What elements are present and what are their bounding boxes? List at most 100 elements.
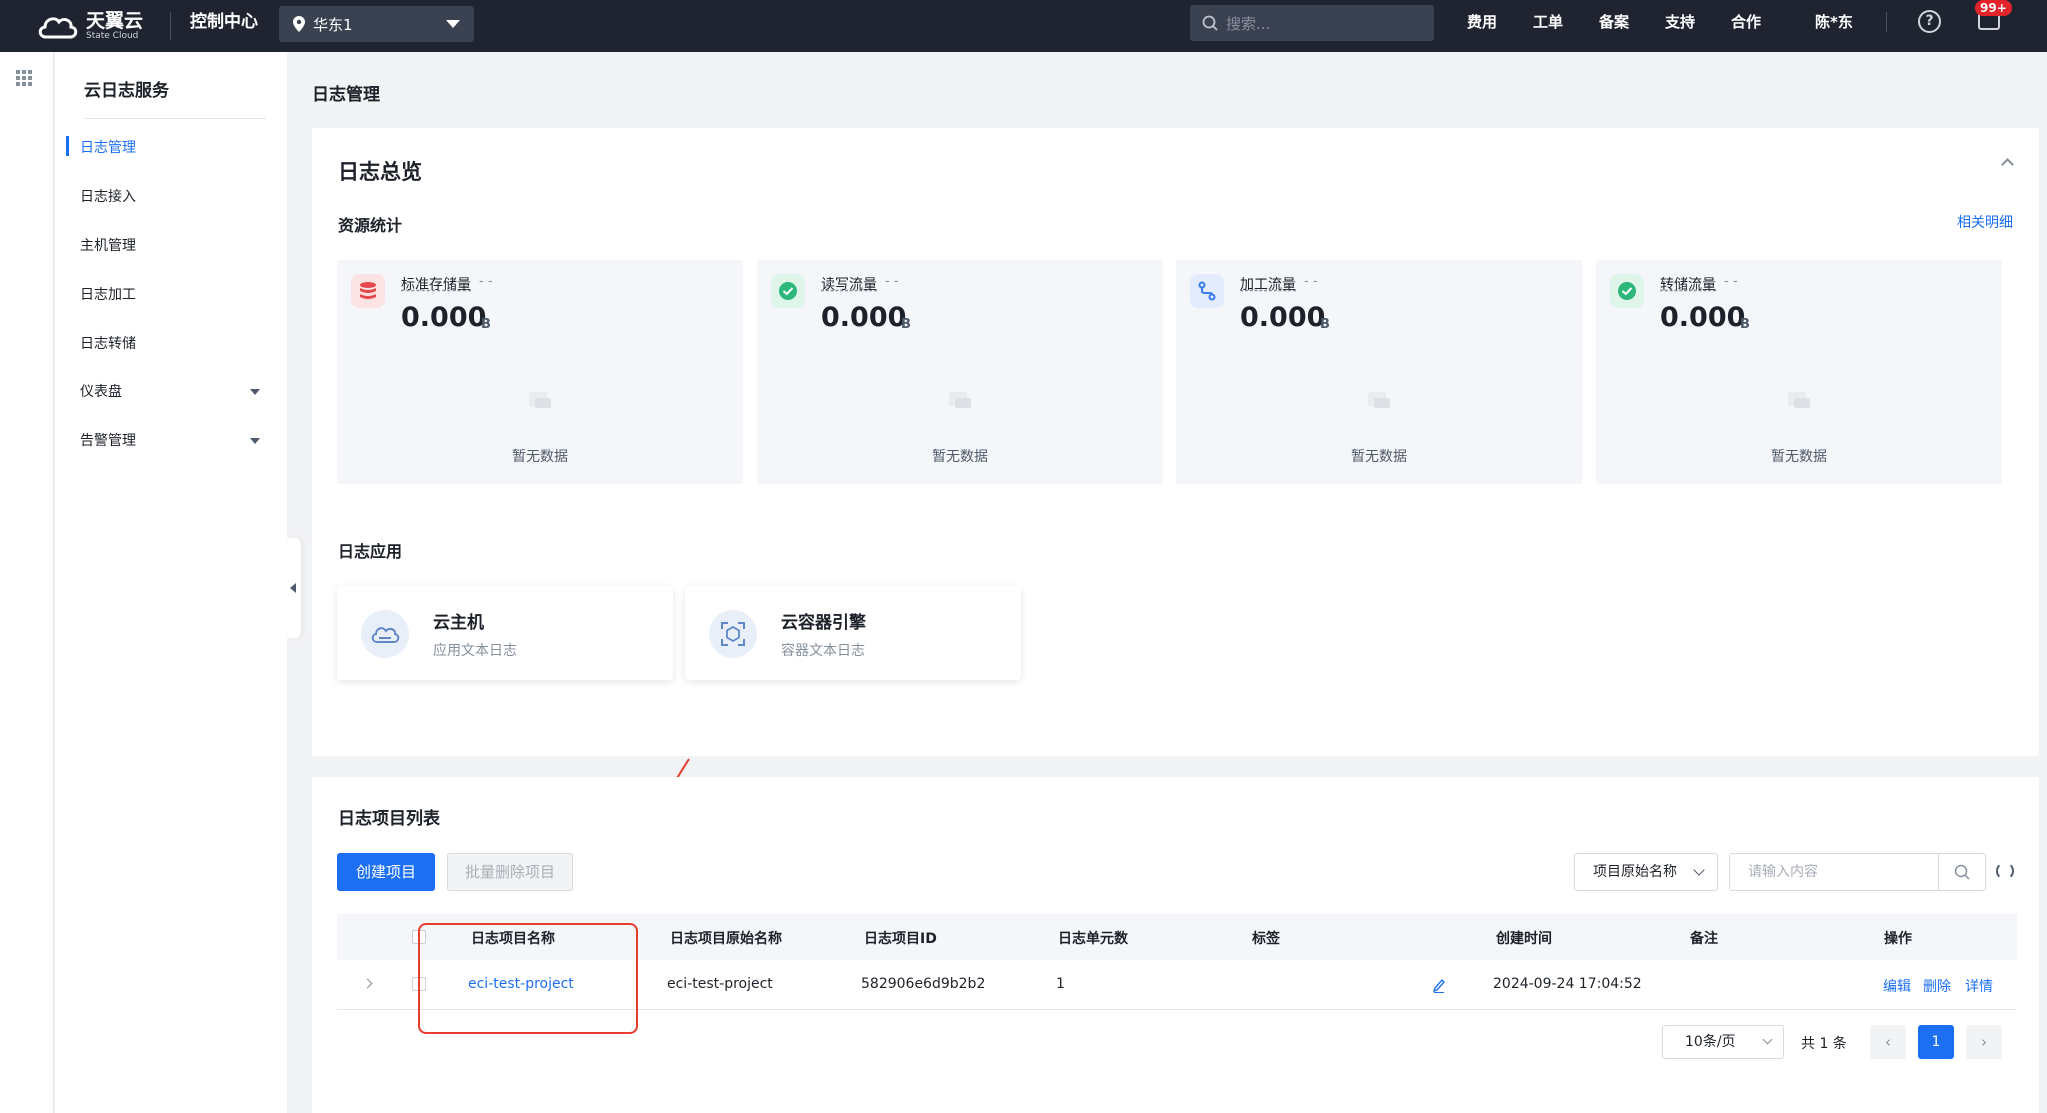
app-card-cloud-host[interactable]: 云主机 应用文本日志 <box>337 586 673 680</box>
region-select[interactable]: 华东1 <box>279 6 474 42</box>
nav-filing[interactable]: 备案 <box>1599 0 1629 44</box>
brand-subtitle: State Cloud <box>86 31 139 41</box>
edit-action[interactable]: 编辑 <box>1883 976 1911 996</box>
search-icon <box>1202 15 1218 31</box>
create-project-button[interactable]: 创建项目 <box>337 853 435 891</box>
database-icon <box>351 274 385 308</box>
batch-delete-button[interactable]: 批量删除项目 <box>447 853 573 891</box>
stat-value: 0.000 <box>821 302 907 333</box>
details-action[interactable]: 详情 <box>1965 976 1993 996</box>
app-desc: 容器文本日志 <box>781 643 865 659</box>
service-title: 云日志服务 <box>84 81 169 101</box>
cloud-host-icon <box>361 610 409 658</box>
search-placeholder: 搜索... <box>1226 14 1271 33</box>
page-size-label: 10条/页 <box>1685 1034 1736 1050</box>
apps-grid-icon[interactable] <box>16 70 32 86</box>
stat-label: 标准存储量 <box>401 277 471 293</box>
help-icon[interactable]: ? <box>1918 10 1941 33</box>
page-number-current[interactable]: 1 <box>1918 1025 1954 1059</box>
overview-title: 日志总览 <box>338 160 422 184</box>
page-title: 日志管理 <box>312 85 380 105</box>
stat-label: 转储流量 <box>1660 277 1716 293</box>
log-apps-title: 日志应用 <box>338 542 403 561</box>
column-header: 备注 <box>1690 931 1718 947</box>
top-bar: 天翼云 State Cloud 控制中心 华东1 搜索... 费用 工单 备案 … <box>0 0 2047 52</box>
sidebar-item-log-management[interactable]: 日志管理 <box>80 137 136 157</box>
app-name: 云容器引擎 <box>781 613 866 633</box>
next-page-button[interactable]: › <box>1966 1025 2002 1059</box>
column-header: 创建时间 <box>1496 931 1552 947</box>
search-icon <box>1954 864 1970 880</box>
logo-text: 天翼云 State Cloud <box>86 11 143 41</box>
nav-partner[interactable]: 合作 <box>1731 0 1761 44</box>
empty-data-icon <box>529 392 551 408</box>
app-name: 云主机 <box>433 613 484 633</box>
stat-card-storage: 标准存储量 - - 0.000 B 暂无数据 <box>337 260 743 484</box>
related-details-link[interactable]: 相关明细 <box>1957 212 2013 232</box>
stat-value: 0.000 <box>1660 302 1746 333</box>
stat-unit: B <box>1320 317 1330 332</box>
empty-data-icon <box>949 392 971 408</box>
chevron-down-icon[interactable] <box>250 438 260 444</box>
search-button[interactable] <box>1938 853 1986 891</box>
sidebar-item-alerts[interactable]: 告警管理 <box>80 430 136 450</box>
location-pin-icon <box>293 16 305 32</box>
app-desc: 应用文本日志 <box>433 643 517 659</box>
column-header: 日志项目原始名称 <box>670 931 782 947</box>
sidebar-item-log-processing[interactable]: 日志加工 <box>80 284 136 304</box>
divider <box>1886 12 1887 32</box>
stat-label: 加工流量 <box>1240 277 1296 293</box>
logo[interactable]: 天翼云 State Cloud <box>36 6 156 46</box>
stat-unit: B <box>481 317 491 332</box>
sidebar-item-log-dump[interactable]: 日志转储 <box>80 333 136 353</box>
app-card-container-engine[interactable]: 云容器引擎 容器文本日志 <box>685 586 1021 680</box>
sidebar-item-log-ingest[interactable]: 日志接入 <box>80 186 136 206</box>
stat-card-rw-traffic: 读写流量 - - 0.000 B 暂无数据 <box>757 260 1163 484</box>
filter-field-select[interactable]: 项目原始名称 <box>1574 853 1718 891</box>
product-rail <box>0 52 54 1113</box>
stat-card-dump-traffic: 转储流量 - - 0.000 B 暂无数据 <box>1596 260 2002 484</box>
nav-ticket[interactable]: 工单 <box>1533 0 1563 44</box>
region-label: 华东1 <box>313 15 353 34</box>
chevron-down-icon <box>1693 864 1705 876</box>
delete-action[interactable]: 删除 <box>1923 976 1951 996</box>
user-menu[interactable]: 陈*东 <box>1815 0 1853 44</box>
project-units: 1 <box>1056 976 1065 992</box>
filter-field-label: 项目原始名称 <box>1593 864 1677 880</box>
column-header: 标签 <box>1252 931 1280 947</box>
brand-name: 天翼云 <box>86 10 144 32</box>
notification-badge: 99+ <box>1975 0 2012 16</box>
stat-label: 读写流量 <box>821 277 877 293</box>
chevron-down-icon[interactable] <box>250 389 260 395</box>
console-link[interactable]: 控制中心 <box>190 0 258 44</box>
active-indicator <box>66 136 69 156</box>
project-list-title: 日志项目列表 <box>338 809 440 829</box>
project-search-input[interactable]: 请输入内容 <box>1729 853 1939 891</box>
stat-unit: B <box>1740 317 1750 332</box>
process-icon <box>1190 274 1224 308</box>
check-circle-icon <box>771 274 805 308</box>
stat-suffix: - - <box>1724 274 1738 289</box>
page-size-select[interactable]: 10条/页 <box>1662 1025 1784 1059</box>
nav-fee[interactable]: 费用 <box>1467 0 1497 44</box>
nav-support[interactable]: 支持 <box>1665 0 1695 44</box>
container-icon <box>709 610 757 658</box>
edit-tag-icon[interactable] <box>1432 977 1446 993</box>
stat-suffix: - - <box>479 274 493 289</box>
project-created-time: 2024-09-24 17:04:52 <box>1493 976 1642 992</box>
check-circle-icon <box>1610 274 1644 308</box>
chevron-down-icon <box>1762 1034 1773 1045</box>
empty-data-icon <box>1368 392 1390 408</box>
sidebar-item-dashboard[interactable]: 仪表盘 <box>80 381 122 401</box>
global-search-input[interactable]: 搜索... <box>1190 5 1434 41</box>
prev-page-button[interactable]: ‹ <box>1870 1025 1906 1059</box>
resource-stats-title: 资源统计 <box>338 216 403 235</box>
empty-data-text: 暂无数据 <box>1351 449 1407 465</box>
side-nav <box>55 52 287 1113</box>
collapse-sidebar-button[interactable] <box>287 538 301 638</box>
divider <box>84 118 266 119</box>
refresh-icon[interactable] <box>1996 862 2014 880</box>
empty-data-text: 暂无数据 <box>1771 449 1827 465</box>
sidebar-item-host-management[interactable]: 主机管理 <box>80 235 136 255</box>
cloud-logo-icon <box>38 17 78 39</box>
